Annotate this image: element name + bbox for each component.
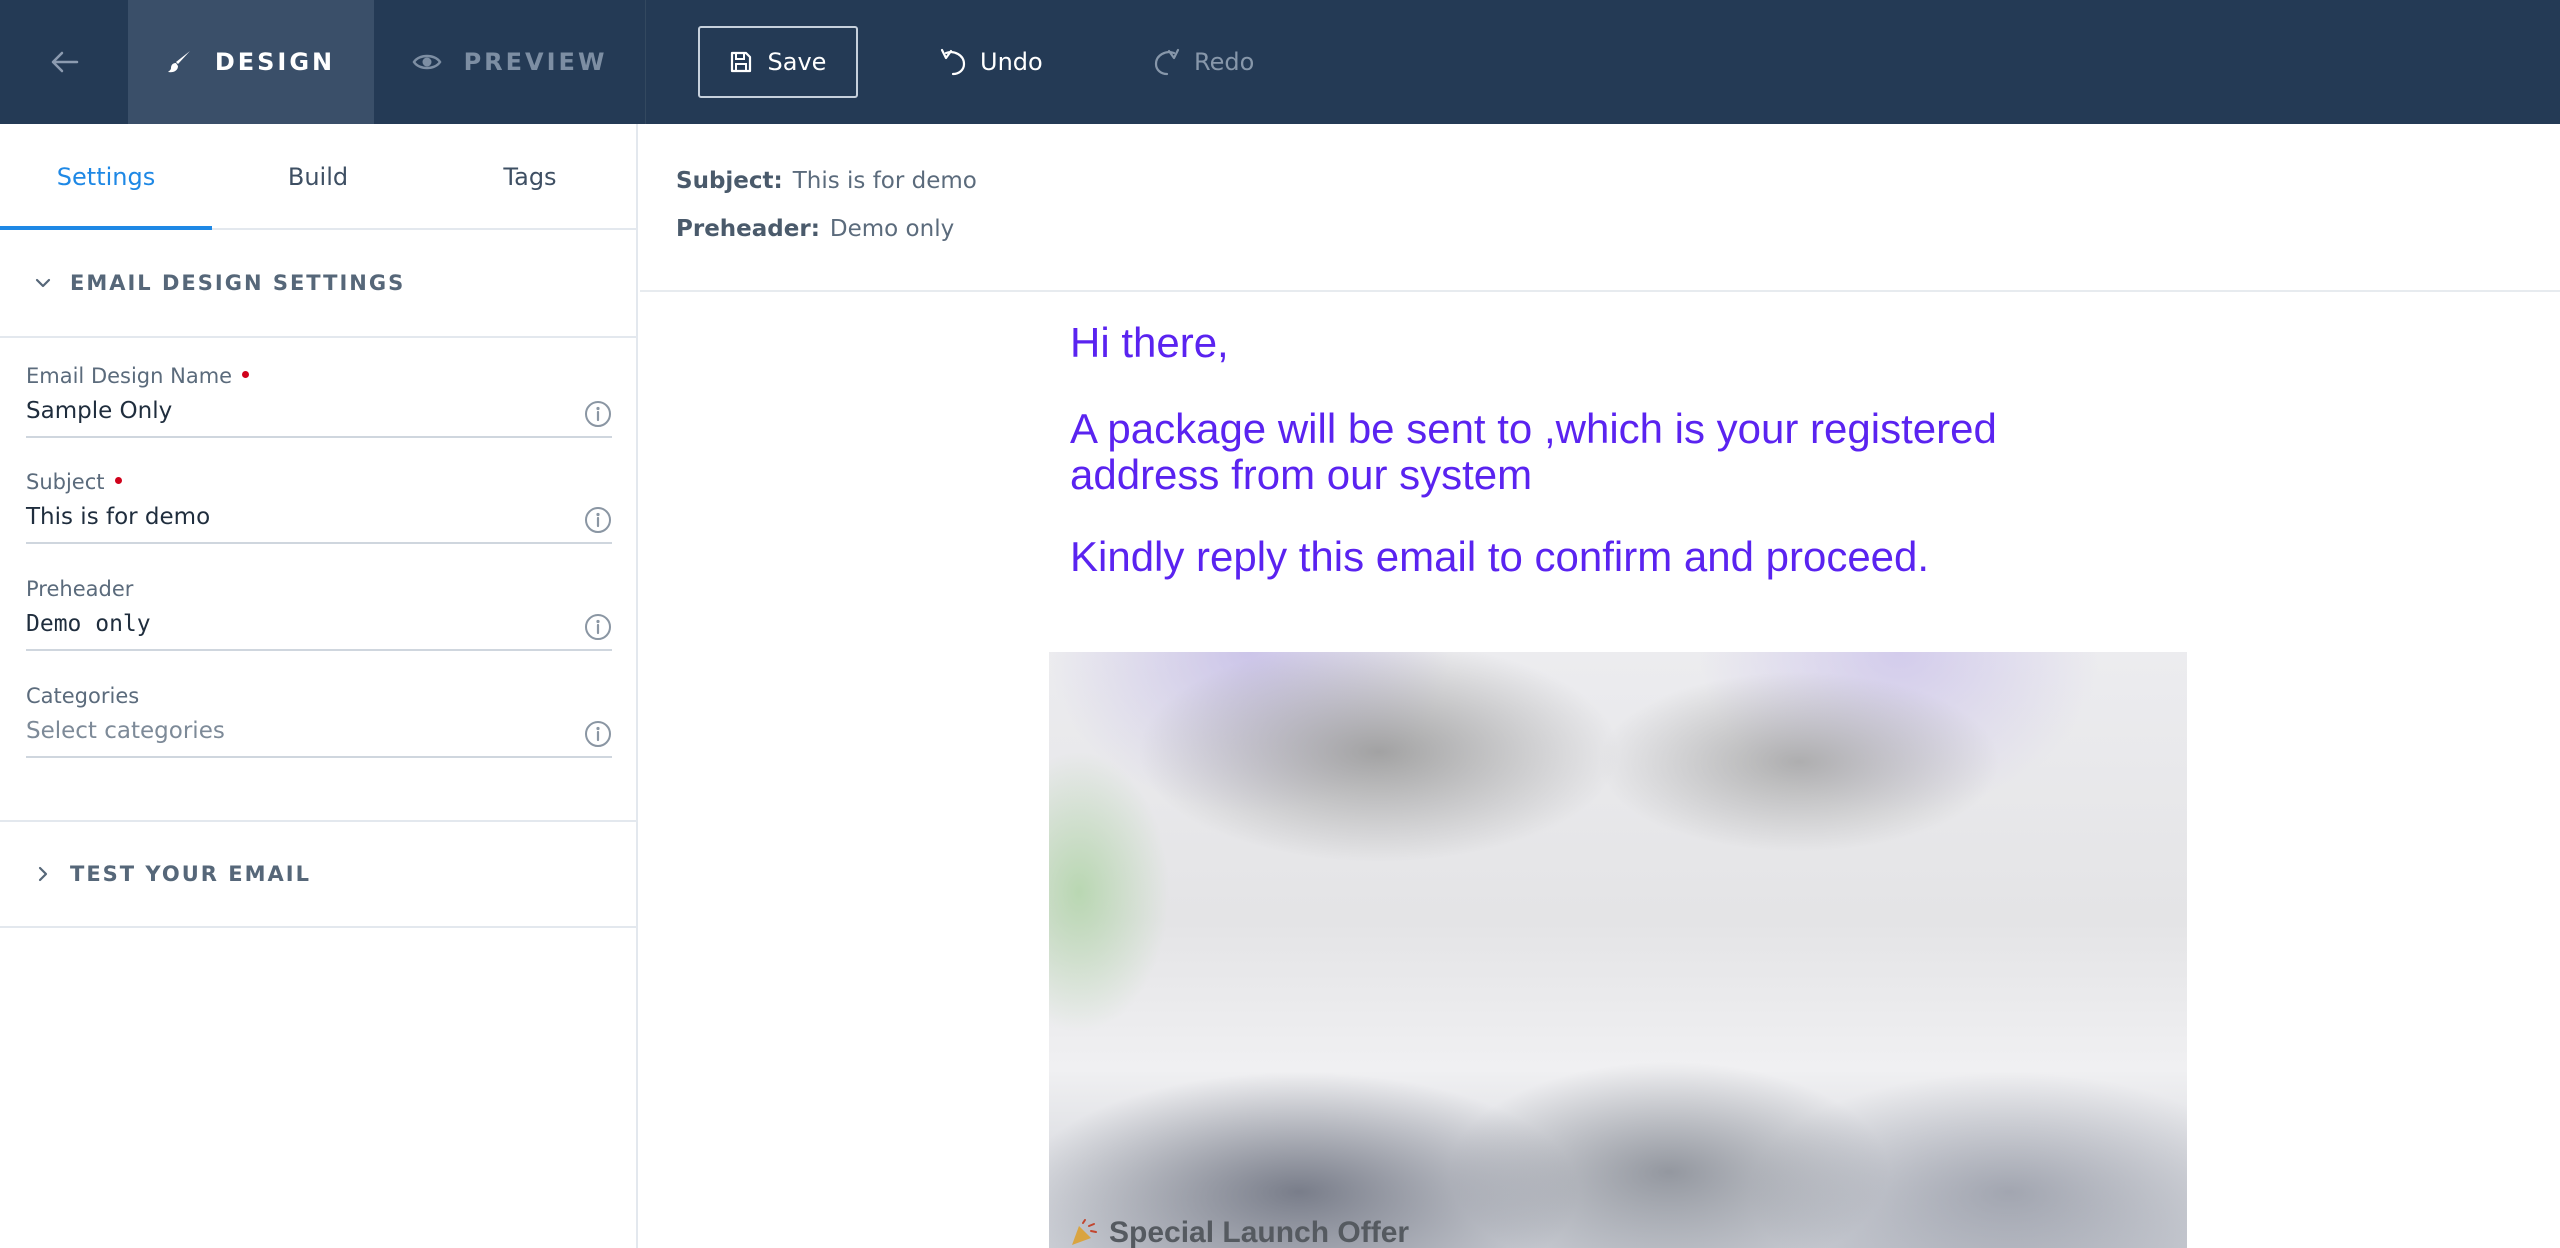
email-meta-header: Subject: This is for demo Preheader: Dem… — [640, 124, 2560, 292]
tab-settings[interactable]: Settings — [0, 124, 212, 230]
save-button[interactable]: Save — [698, 26, 858, 98]
arrow-left-icon — [51, 51, 79, 73]
info-icon[interactable] — [584, 506, 612, 534]
field-underline — [26, 649, 612, 651]
email-banner-image[interactable]: Special Launch Offer — [1049, 652, 2187, 1248]
design-mode-label: DESIGN — [214, 48, 336, 76]
undo-button[interactable]: Undo — [938, 26, 1043, 98]
preview-mode-label: PREVIEW — [463, 48, 608, 76]
email-greeting[interactable]: Hi there, — [1070, 320, 1229, 366]
subject-field: Subject This is for demo — [26, 470, 612, 554]
subject-summary: Subject: This is for demo — [676, 168, 977, 194]
preheader-key: Preheader: — [676, 216, 820, 242]
categories-field: Categories Select categories — [26, 684, 612, 768]
info-icon[interactable] — [584, 720, 612, 748]
test-your-email-header[interactable]: TEST YOUR EMAIL — [0, 820, 636, 928]
subject-value: This is for demo — [792, 168, 977, 194]
banner-offer-text: Special Launch Offer — [1069, 1216, 1409, 1248]
subject-input[interactable]: This is for demo — [26, 504, 210, 530]
subject-label: Subject — [26, 470, 122, 494]
required-indicator — [242, 371, 250, 378]
back-button[interactable] — [0, 0, 128, 124]
email-design-name-input[interactable]: Sample Only — [26, 398, 172, 424]
undo-label: Undo — [980, 48, 1043, 76]
undo-icon — [940, 48, 966, 76]
required-indicator — [114, 477, 122, 484]
chevron-down-icon — [35, 278, 51, 288]
preheader-input[interactable]: Demo only — [26, 611, 151, 637]
info-icon[interactable] — [584, 400, 612, 428]
chevron-right-icon — [38, 866, 48, 882]
top-toolbar: DESIGN PREVIEW Save Undo Redo — [0, 0, 2560, 124]
design-mode-tab[interactable]: DESIGN — [128, 0, 374, 124]
party-popper-icon — [1072, 1219, 1097, 1245]
categories-select[interactable]: Select categories — [26, 718, 225, 744]
email-body-line[interactable]: A package will be sent to ,which is your… — [1070, 406, 2070, 498]
email-design-name-label: Email Design Name — [26, 364, 250, 388]
email-canvas: Subject: This is for demo Preheader: Dem… — [640, 124, 2560, 1248]
info-icon[interactable] — [584, 613, 612, 641]
test-your-email-title: TEST YOUR EMAIL — [70, 862, 311, 886]
redo-label: Redo — [1194, 48, 1255, 76]
eye-icon — [412, 54, 442, 70]
brush-icon — [167, 51, 190, 73]
preview-mode-tab[interactable]: PREVIEW — [374, 0, 646, 124]
tab-tags[interactable]: Tags — [424, 124, 636, 230]
banner-offer-label: Special Launch Offer — [1109, 1216, 1410, 1248]
preheader-value: Demo only — [829, 216, 955, 242]
field-underline — [26, 542, 612, 544]
settings-sidebar: Settings Build Tags EMAIL DESIGN SETTING… — [0, 124, 638, 1248]
categories-label: Categories — [26, 684, 140, 708]
email-design-name-field: Email Design Name Sample Only — [26, 364, 612, 448]
sidebar-tabs: Settings Build Tags — [0, 124, 636, 230]
email-design-settings-header[interactable]: EMAIL DESIGN SETTINGS — [0, 230, 636, 338]
email-design-settings-title: EMAIL DESIGN SETTINGS — [70, 271, 406, 295]
preheader-field: Preheader Demo only — [26, 577, 612, 661]
preheader-summary: Preheader: Demo only — [676, 216, 954, 242]
field-underline — [26, 756, 612, 758]
field-underline — [26, 436, 612, 438]
redo-icon — [1154, 48, 1180, 76]
email-body-line[interactable]: Kindly reply this email to confirm and p… — [1070, 534, 1929, 580]
floppy-disk-icon — [730, 51, 751, 73]
subject-key: Subject: — [676, 168, 783, 194]
tab-build[interactable]: Build — [212, 124, 424, 230]
redo-button[interactable]: Redo — [1152, 26, 1254, 98]
preheader-label: Preheader — [26, 577, 134, 601]
save-label: Save — [767, 48, 827, 76]
